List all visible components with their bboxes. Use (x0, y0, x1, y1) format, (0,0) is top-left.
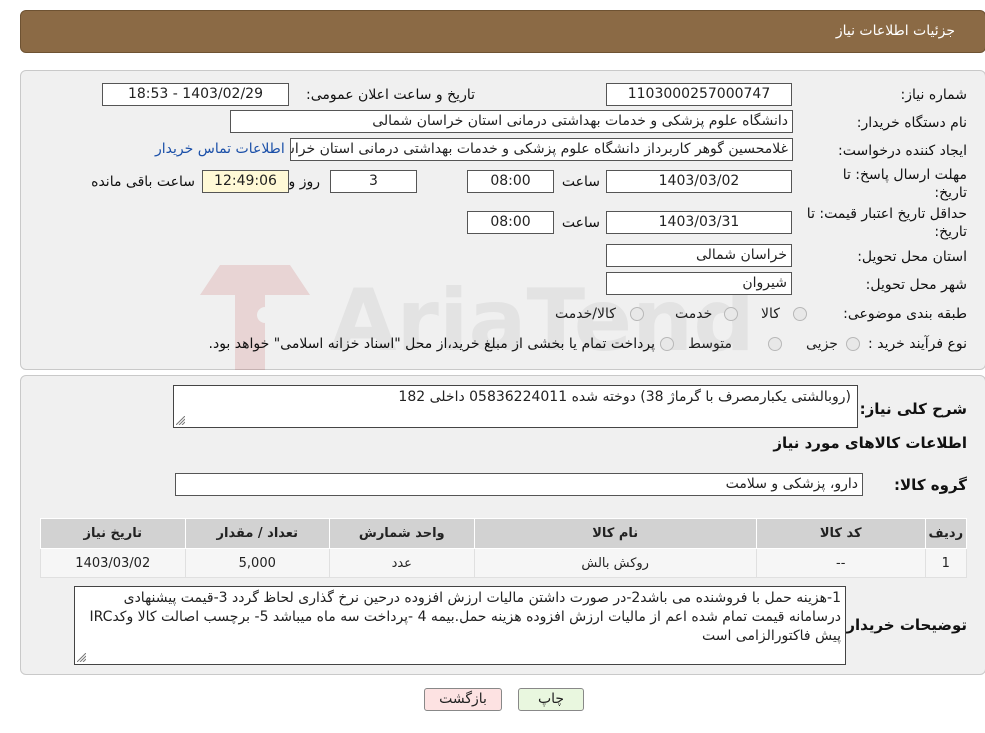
resize-handle-icon[interactable] (77, 653, 86, 662)
category-goods-service-label: کالا/خدمت (555, 306, 616, 322)
deadline-time-label: ساعت (561, 174, 600, 190)
city-field: شیروان (606, 272, 792, 295)
buyer-org-label: نام دستگاه خریدار: (856, 115, 967, 131)
category-goods-label: کالا (761, 306, 780, 322)
row-name: روکش بالش (473, 548, 757, 578)
goods-group-label: گروه کالا: (894, 476, 967, 494)
print-button[interactable]: چاپ (518, 688, 584, 711)
goods-group-field: دارو، پزشکی و سلامت (175, 473, 863, 496)
col-quantity: تعداد / مقدار (184, 518, 331, 549)
row-number: 1 (924, 548, 968, 578)
city-label: شهر محل تحویل: (865, 277, 967, 293)
back-button[interactable]: بازگشت (424, 688, 502, 711)
category-goods-service-radio[interactable] (630, 307, 644, 321)
buyer-notes-label: توضیحات خریدار: (840, 616, 967, 634)
validity-time-field: 08:00 (467, 211, 554, 234)
row-quantity: 5,000 (184, 548, 331, 578)
need-number-field: 1103000257000747 (606, 83, 792, 106)
deadline-label: مهلت ارسال پاسخ: تا (842, 167, 967, 183)
summary-text: (روبالشتی یکبارمصرف با گرماژ 38) دوخته ش… (398, 389, 851, 405)
category-goods-radio[interactable] (793, 307, 807, 321)
validity-time-label: ساعت (561, 215, 600, 231)
summary-field: (روبالشتی یکبارمصرف با گرماژ 38) دوخته ش… (173, 385, 858, 428)
process-note: پرداخت تمام یا بخشی از مبلغ خرید،از محل … (208, 336, 655, 352)
validity-label: حداقل تاریخ اعتبار قیمت: تا (806, 206, 967, 222)
category-label: طبقه بندی موضوعی: (843, 306, 967, 322)
table-row: 1 -- روکش بالش عدد 5,000 1403/03/02 (40, 548, 968, 578)
summary-label: شرح کلی نیاز: (859, 400, 967, 418)
buyer-notes-field: 1-هزینه حمل با فروشنده می باشد2-در صورت … (74, 586, 846, 665)
row-date: 1403/03/02 (40, 548, 186, 578)
row-code: -- (755, 548, 926, 578)
validity-date-field: 1403/03/31 (606, 211, 792, 234)
page-header: جزئیات اطلاعات نیاز (20, 10, 985, 53)
requester-label: ایجاد کننده درخواست: (838, 143, 967, 159)
requester-field: غلامحسین گوهر کاربرداز دانشگاه علوم پزشک… (290, 138, 793, 161)
announce-datetime-label: تاریخ و ساعت اعلان عمومی: (306, 87, 475, 103)
goods-info-title: اطلاعات کالاهای مورد نیاز (773, 434, 967, 452)
validity-label-date: تاریخ: (934, 224, 967, 240)
category-service-label: خدمت (675, 306, 713, 322)
goods-table-header: ردیف کد کالا نام کالا واحد شمارش تعداد /… (40, 518, 968, 549)
col-unit: واحد شمارش (329, 518, 475, 549)
buyer-org-field: دانشگاه علوم پزشکی و خدمات بهداشتی درمان… (230, 110, 793, 133)
row-unit: عدد (329, 548, 475, 578)
process-minor-label: جزیی (806, 336, 838, 352)
announce-datetime-field: 1403/02/29 - 18:53 (102, 83, 289, 106)
province-label: استان محل تحویل: (857, 249, 967, 265)
process-medium-label: متوسط (688, 336, 732, 352)
process-treasury-checkbox[interactable] (660, 337, 674, 351)
province-field: خراسان شمالی (606, 244, 792, 267)
process-type-label: نوع فرآیند خرید : (868, 336, 967, 352)
process-minor-radio[interactable] (846, 337, 860, 351)
need-number-label: شماره نیاز: (900, 87, 968, 103)
buyer-contact-link[interactable]: اطلاعات تماس خریدار (155, 141, 285, 157)
col-code: کد کالا (755, 518, 926, 549)
deadline-time-field: 08:00 (467, 170, 554, 193)
buyer-notes-text: 1-هزینه حمل با فروشنده می باشد2-در صورت … (89, 590, 841, 644)
remaining-time-field: 12:49:06 (202, 170, 289, 193)
deadline-date-field: 1403/03/02 (606, 170, 792, 193)
col-name: نام کالا (473, 518, 757, 549)
process-medium-radio[interactable] (768, 337, 782, 351)
col-row: ردیف (924, 518, 968, 549)
goods-table: ردیف کد کالا نام کالا واحد شمارش تعداد /… (40, 518, 968, 578)
category-service-radio[interactable] (724, 307, 738, 321)
resize-handle-icon[interactable] (176, 416, 185, 425)
days-label: روز و (288, 174, 321, 190)
page-title: جزئیات اطلاعات نیاز (835, 23, 955, 39)
deadline-label-date: تاریخ: (934, 185, 967, 201)
days-remaining-field: 3 (330, 170, 417, 193)
col-date: تاریخ نیاز (40, 518, 186, 549)
remaining-time-label: ساعت باقی مانده (91, 174, 195, 190)
